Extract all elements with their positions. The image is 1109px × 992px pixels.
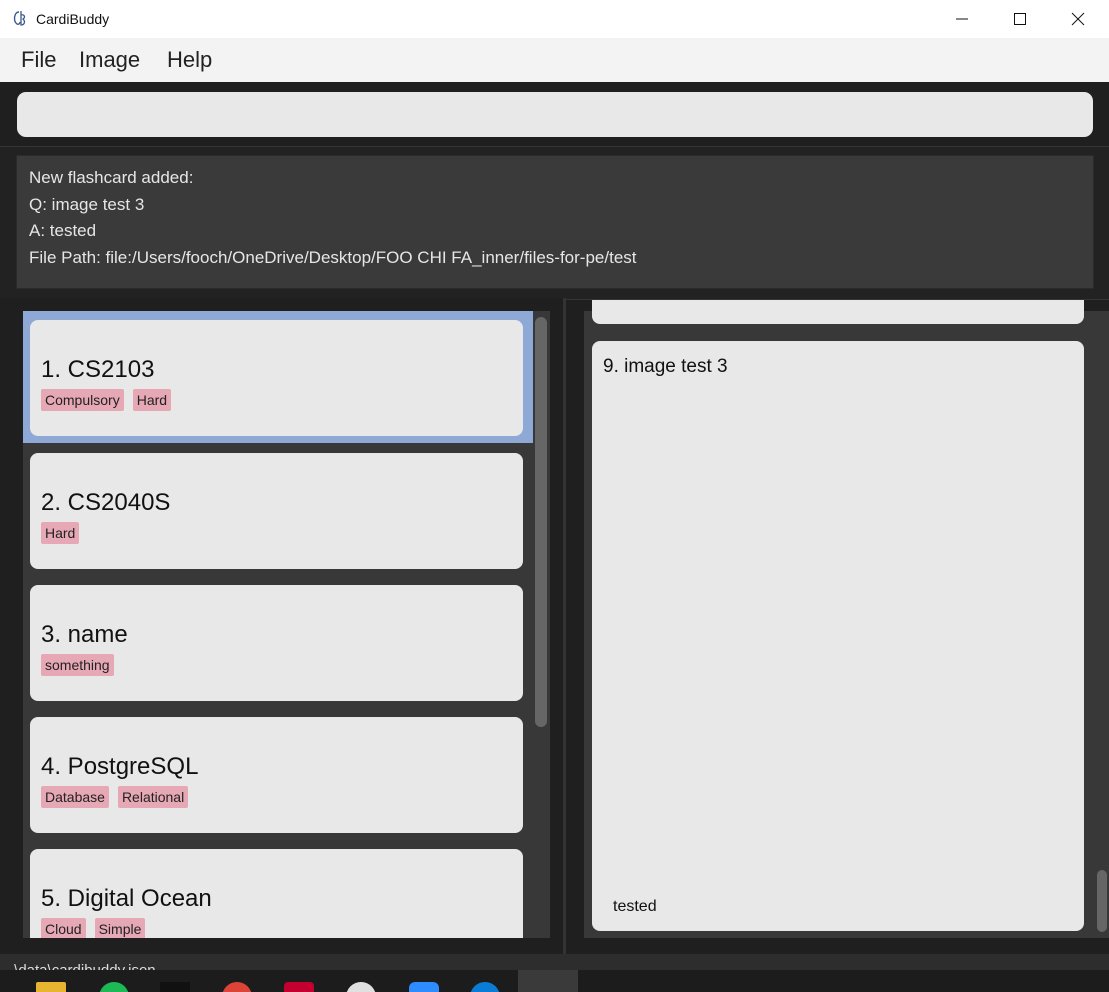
flashcard-title: 1. CS2103 bbox=[41, 356, 155, 383]
tag-list: something bbox=[41, 654, 114, 676]
flashcard-item[interactable]: 2. CS2040S Hard bbox=[30, 453, 523, 569]
flashcard-item[interactable]: 4. PostgreSQL Database Relational bbox=[30, 717, 523, 833]
minimize-button[interactable] bbox=[933, 0, 991, 38]
result-line: A: tested bbox=[29, 221, 97, 240]
previous-card-edge bbox=[592, 300, 1084, 324]
tag: something bbox=[41, 654, 114, 676]
window-title: CardiBuddy bbox=[36, 11, 110, 27]
app-logo-icon bbox=[13, 11, 26, 26]
menu-image[interactable]: Image bbox=[79, 38, 140, 82]
flashcard-title: 2. CS2040S bbox=[41, 489, 171, 516]
close-button[interactable] bbox=[1049, 0, 1107, 38]
spotify-icon[interactable] bbox=[99, 982, 129, 992]
tag: Cloud bbox=[41, 918, 86, 938]
tag: Hard bbox=[41, 522, 80, 544]
menu-bar: File Image Help bbox=[0, 38, 1109, 83]
close-icon bbox=[1071, 12, 1085, 26]
tag: Relational bbox=[117, 786, 189, 808]
maximize-icon bbox=[1014, 13, 1026, 25]
list-item-selected-highlight: 1. CS2103 Compulsory Hard bbox=[23, 311, 533, 443]
flashcard-item[interactable]: 5. Digital Ocean Cloud Simple bbox=[30, 849, 523, 938]
command-input[interactable] bbox=[17, 92, 1093, 137]
flashcard-title: 4. PostgreSQL bbox=[41, 753, 199, 780]
flashcard-title: 5. Digital Ocean bbox=[41, 885, 212, 912]
tag-list: Hard bbox=[41, 522, 80, 544]
list-row: 2. CS2040S Hard bbox=[23, 443, 533, 575]
detail-scrollbar-thumb[interactable] bbox=[1097, 870, 1107, 932]
paint-icon[interactable] bbox=[346, 982, 376, 992]
flashcard-item[interactable]: 1. CS2103 Compulsory Hard bbox=[30, 320, 523, 436]
result-display: New flashcard added: Q: image test 3 A: … bbox=[16, 155, 1094, 289]
netflix-icon[interactable] bbox=[160, 982, 190, 992]
result-line: Q: image test 3 bbox=[29, 194, 145, 214]
tag: Simple bbox=[94, 918, 146, 938]
tag-list: Database Relational bbox=[41, 786, 189, 808]
result-line: File Path: file:/Users/fooch/OneDrive/De… bbox=[29, 247, 637, 267]
detail-answer: tested bbox=[613, 898, 657, 915]
flashcard-title: 3. name bbox=[41, 621, 128, 648]
list-row: 5. Digital Ocean Cloud Simple bbox=[23, 839, 533, 938]
file-explorer-icon[interactable] bbox=[36, 982, 66, 992]
list-row: 4. PostgreSQL Database Relational bbox=[23, 707, 533, 839]
menu-file[interactable]: File bbox=[21, 38, 56, 82]
detail-question: 9. image test 3 bbox=[603, 356, 728, 377]
tag: Hard bbox=[132, 389, 172, 411]
chrome-icon[interactable] bbox=[222, 982, 252, 992]
maximize-button[interactable] bbox=[991, 0, 1049, 38]
result-line: New flashcard added: bbox=[29, 168, 194, 187]
minimize-icon bbox=[956, 18, 968, 20]
tag: Compulsory bbox=[41, 389, 124, 411]
taskbar-active-app[interactable] bbox=[518, 970, 578, 992]
flashcard-item[interactable]: 3. name something bbox=[30, 585, 523, 701]
taskbar bbox=[0, 970, 1109, 992]
menu-help[interactable]: Help bbox=[167, 38, 212, 82]
edge-icon[interactable] bbox=[470, 982, 500, 992]
tag-list: Cloud Simple bbox=[41, 918, 146, 938]
angular-icon[interactable] bbox=[284, 982, 314, 992]
flashcard-list: 1. CS2103 Compulsory Hard 2. CS2040S Har… bbox=[23, 311, 550, 938]
tag: Database bbox=[41, 786, 109, 808]
tag-list: Compulsory Hard bbox=[41, 389, 172, 411]
list-scrollbar-thumb[interactable] bbox=[535, 317, 547, 727]
flashcard-detail[interactable] bbox=[592, 341, 1084, 931]
list-row: 3. name something bbox=[23, 575, 533, 707]
split-pane-divider[interactable] bbox=[563, 298, 566, 954]
zoom-icon[interactable] bbox=[409, 982, 439, 992]
